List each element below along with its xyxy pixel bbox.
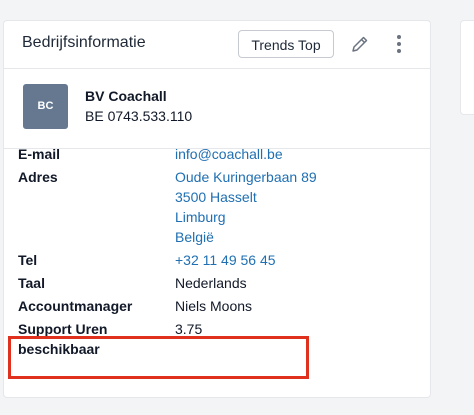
trends-top-button[interactable]: Trends Top bbox=[238, 30, 334, 58]
language-value: Nederlands bbox=[175, 275, 247, 291]
detail-row-tel: Tel +32 11 49 56 45 bbox=[18, 250, 418, 273]
email-label: E-mail bbox=[18, 146, 61, 162]
address-label: Adres bbox=[18, 169, 58, 185]
detail-row-account-manager: Accountmanager Niels Moons bbox=[18, 296, 418, 319]
kebab-menu-icon[interactable] bbox=[391, 33, 407, 55]
company-summary: BC BV Coachall BE 0743.533.110 bbox=[4, 68, 430, 149]
support-hours-highlight bbox=[8, 336, 309, 379]
email-link[interactable]: info@coachall.be bbox=[175, 144, 283, 167]
language-label: Taal bbox=[18, 275, 45, 291]
company-details: E-mail info@coachall.be Adres Oude Kurin… bbox=[18, 144, 418, 361]
tel-label: Tel bbox=[18, 252, 38, 268]
adjacent-card-edge bbox=[460, 20, 474, 115]
account-manager-value: Niels Moons bbox=[175, 298, 253, 314]
address-link[interactable]: Oude Kuringerbaan 89 3500 Hasselt Limbur… bbox=[175, 167, 317, 250]
account-manager-label: Accountmanager bbox=[18, 298, 133, 314]
address-country: België bbox=[175, 229, 214, 245]
address-province: Limburg bbox=[175, 209, 226, 225]
company-name: BV Coachall bbox=[85, 88, 167, 104]
address-street: Oude Kuringerbaan 89 bbox=[175, 169, 317, 185]
pencil-icon[interactable] bbox=[350, 34, 370, 54]
address-city: 3500 Hasselt bbox=[175, 189, 257, 205]
company-vat-number: BE 0743.533.110 bbox=[85, 108, 193, 124]
detail-row-language: Taal Nederlands bbox=[18, 273, 418, 296]
card-title: Bedrijfsinformatie bbox=[22, 34, 146, 51]
card-header: Bedrijfsinformatie Trends Top bbox=[4, 21, 430, 69]
tel-link[interactable]: +32 11 49 56 45 bbox=[175, 250, 276, 273]
company-avatar: BC bbox=[23, 84, 68, 129]
detail-row-address: Adres Oude Kuringerbaan 89 3500 Hasselt … bbox=[18, 167, 418, 250]
detail-row-email: E-mail info@coachall.be bbox=[18, 144, 418, 167]
